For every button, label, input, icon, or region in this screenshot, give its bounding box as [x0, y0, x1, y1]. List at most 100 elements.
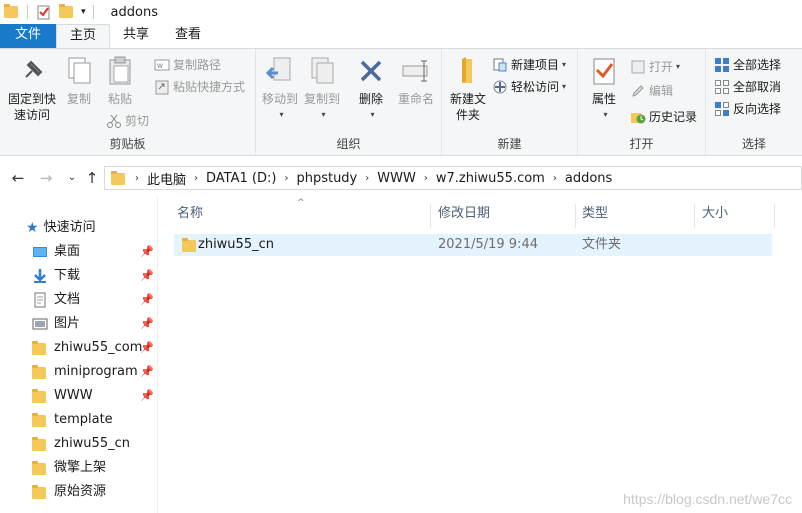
table-row[interactable]: zhiwu55_cn 2021/5/19 9:44 文件夹 — [174, 234, 772, 256]
sidebar-item-label: 微擎上架 — [54, 460, 107, 475]
tab-home[interactable]: 主页 — [56, 24, 111, 49]
breadcrumb-separator-icon[interactable]: › — [551, 173, 559, 184]
new-item-icon — [492, 57, 508, 73]
sidebar-item-label: WWW — [54, 388, 93, 403]
easy-access-button[interactable]: 轻松访问 ▾ — [492, 77, 566, 97]
breadcrumb-separator-icon[interactable]: › — [363, 173, 371, 184]
pin-icon[interactable]: 📌 — [140, 289, 154, 311]
delete-label: 删除 — [358, 92, 383, 106]
select-none-button[interactable]: 全部取消 — [714, 77, 781, 97]
edit-button[interactable]: 编辑 — [630, 81, 673, 101]
copy-to-button[interactable]: 复制到 ▾ — [302, 55, 342, 123]
new-folder-quick-icon[interactable] — [59, 4, 75, 22]
new-folder-label: 新建文件夹 — [449, 92, 486, 122]
breadcrumb-separator-icon[interactable]: › — [192, 173, 200, 184]
file-list: ^ 名称 修改日期 类型 大小 zhiwu55_cn 2021/5/19 9:4… — [160, 196, 802, 513]
sidebar-item-www[interactable]: WWW 📌 — [32, 385, 156, 407]
recent-locations-chevron-icon[interactable]: ⌄ — [62, 168, 82, 188]
open-group: 属性 ▾ 打开 ▾ 编辑 历史记录 打开 — [578, 49, 706, 155]
up-arrow-icon[interactable]: ↑ — [82, 168, 102, 188]
invert-selection-icon — [714, 101, 730, 117]
tab-share[interactable]: 共享 — [110, 24, 162, 48]
sidebar-item-miniprogram[interactable]: miniprogram 📌 — [32, 361, 156, 383]
breadcrumb-drive[interactable]: DATA1 (D:) — [200, 171, 282, 186]
pin-to-quick-access-button[interactable]: 固定到快速访问 — [4, 55, 60, 123]
copy-button[interactable]: 复制 — [62, 55, 96, 107]
new-item-button[interactable]: 新建项目 ▾ — [492, 55, 566, 75]
file-name[interactable]: zhiwu55_cn — [198, 234, 274, 256]
column-header-name[interactable]: 名称 — [160, 204, 430, 228]
breadcrumb-this-pc[interactable]: 此电脑 — [141, 169, 192, 188]
sidebar-item-weiqing[interactable]: 微擎上架 — [32, 457, 156, 479]
move-to-button[interactable]: 移动到 ▾ — [260, 55, 300, 123]
pin-icon[interactable]: 📌 — [140, 337, 154, 359]
sidebar-item-label: zhiwu55_com — [54, 340, 143, 355]
quick-access-dropdown-icon[interactable]: ▾ — [81, 7, 86, 17]
select-all-label: 全部选择 — [733, 58, 782, 72]
column-header-type[interactable]: 类型 — [565, 204, 685, 228]
breadcrumb-separator-icon[interactable]: › — [282, 173, 290, 184]
copy-to-label: 复制到 — [303, 92, 340, 106]
rename-button[interactable]: 重命名 — [394, 55, 438, 107]
move-to-label: 移动到 — [261, 92, 298, 106]
pin-icon[interactable]: 📌 — [140, 361, 154, 383]
delete-x-icon — [355, 55, 387, 87]
ribbon: 固定到快速访问 复制 粘贴 W 复制路径 粘贴快捷方式 剪切 剪贴板 移动到 ▾… — [0, 48, 802, 156]
new-folder-button[interactable]: 新建文件夹 — [446, 55, 490, 123]
sidebar-item-desktop[interactable]: 桌面 📌 — [32, 241, 156, 263]
select-all-icon — [714, 57, 730, 73]
sidebar-item-zhiwu55-com[interactable]: zhiwu55_com 📌 — [32, 337, 156, 359]
pin-icon[interactable]: 📌 — [140, 385, 154, 407]
new-group: 新建文件夹 新建项目 ▾ 轻松访问 ▾ 新建 — [442, 49, 578, 155]
paste-shortcut-button[interactable]: 粘贴快捷方式 — [154, 77, 245, 97]
breadcrumb-site[interactable]: w7.zhiwu55.com — [430, 171, 551, 186]
paste-label: 粘贴 — [107, 92, 132, 106]
column-header-size[interactable]: 大小 — [685, 204, 775, 228]
new-folder-icon — [452, 55, 484, 87]
tab-view[interactable]: 查看 — [162, 24, 214, 48]
properties-button[interactable]: 属性 ▾ — [584, 55, 624, 123]
open-button[interactable]: 打开 ▾ — [630, 57, 680, 77]
breadcrumb-phpstudy[interactable]: phpstudy — [290, 171, 363, 186]
address-bar[interactable]: › 此电脑 › DATA1 (D:) › phpstudy › WWW › w7… — [104, 166, 802, 190]
delete-button[interactable]: 删除 ▾ — [354, 55, 388, 123]
pin-icon[interactable]: 📌 — [140, 241, 154, 263]
quick-access-label: 快速访问 — [43, 220, 96, 235]
paste-shortcut-label: 粘贴快捷方式 — [173, 80, 246, 94]
select-all-button[interactable]: 全部选择 — [714, 55, 781, 75]
pin-icon[interactable]: 📌 — [140, 313, 154, 335]
sidebar-item-documents[interactable]: 文档 📌 — [32, 289, 156, 311]
copy-path-button[interactable]: W 复制路径 — [154, 55, 221, 75]
breadcrumb-separator-icon[interactable]: › — [133, 173, 141, 184]
paste-icon — [104, 55, 136, 87]
back-arrow-icon[interactable]: ← — [8, 168, 28, 188]
desktop-icon — [32, 244, 48, 260]
paste-button[interactable]: 粘贴 — [102, 55, 138, 107]
column-header-modified[interactable]: 修改日期 — [421, 204, 565, 228]
edit-label: 编辑 — [649, 84, 674, 98]
watermark-text: https://blog.csdn.net/we7cc — [623, 491, 792, 507]
sidebar-item-zhiwu55-cn[interactable]: zhiwu55_cn — [32, 433, 156, 455]
cut-button[interactable]: 剪切 — [106, 111, 149, 131]
breadcrumb-www[interactable]: WWW — [371, 171, 422, 186]
quick-access-header[interactable]: ★ 快速访问 — [26, 217, 96, 239]
properties-check-icon[interactable] — [37, 4, 53, 20]
history-button[interactable]: 历史记录 — [630, 107, 697, 127]
open-group-label: 打开 — [629, 137, 654, 151]
sidebar-item-raw-resources[interactable]: 原始资源 — [32, 481, 156, 503]
breadcrumb-separator-icon[interactable]: › — [422, 173, 430, 184]
sidebar-item-pictures[interactable]: 图片 📌 — [32, 313, 156, 335]
sidebar-item-template[interactable]: template — [32, 409, 156, 431]
sidebar-item-downloads[interactable]: 下载 📌 — [32, 265, 156, 287]
folder-icon — [32, 388, 48, 404]
tab-file[interactable]: 文件 — [0, 24, 57, 48]
invert-selection-button[interactable]: 反向选择 — [714, 99, 781, 119]
forward-arrow-icon[interactable]: → — [36, 168, 56, 188]
breadcrumb-addons[interactable]: addons — [559, 171, 618, 186]
column-divider[interactable] — [774, 204, 775, 228]
organize-group-label: 组织 — [336, 137, 361, 151]
pin-label: 固定到快速访问 — [7, 92, 56, 122]
open-label: 打开 — [649, 60, 674, 74]
pin-icon[interactable]: 📌 — [140, 265, 154, 287]
sidebar-item-label: 桌面 — [54, 244, 81, 259]
